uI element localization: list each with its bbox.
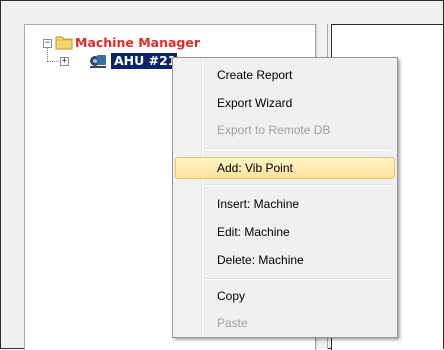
context-menu: Create Report Export Wizard Export to Re… xyxy=(172,57,398,338)
menu-item-add-vib-point[interactable]: Add: Vib Point xyxy=(175,157,395,179)
collapse-toggle[interactable]: − xyxy=(43,39,52,48)
menu-item-paste[interactable]: Paste xyxy=(175,312,395,334)
menu-item-delete-machine[interactable]: Delete: Machine xyxy=(175,249,395,271)
menu-item-export-remote-db[interactable]: Export to Remote DB xyxy=(175,119,395,141)
tree-node-machine-manager[interactable]: Machine Manager xyxy=(75,35,200,50)
menu-item-copy[interactable]: Copy xyxy=(175,285,395,307)
menu-item-create-report[interactable]: Create Report xyxy=(175,64,395,86)
expand-toggle[interactable]: + xyxy=(60,57,69,66)
menu-separator xyxy=(205,148,393,150)
menu-separator xyxy=(205,184,393,186)
menu-item-export-wizard[interactable]: Export Wizard xyxy=(175,92,395,114)
machine-icon xyxy=(89,52,107,69)
tree-node-ahu-21[interactable]: AHU #21 xyxy=(111,53,177,69)
menu-separator xyxy=(205,278,393,280)
folder-icon xyxy=(55,34,73,50)
menu-item-insert-machine[interactable]: Insert: Machine xyxy=(175,193,395,215)
tree-connector-line xyxy=(47,48,48,61)
menu-item-edit-machine[interactable]: Edit: Machine xyxy=(175,221,395,243)
